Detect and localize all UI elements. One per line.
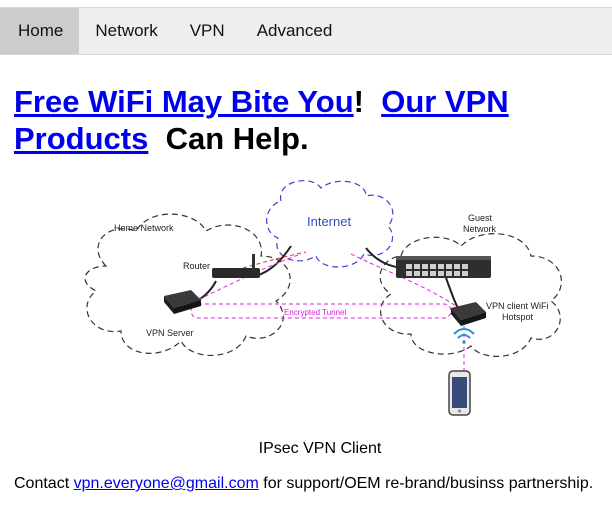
guest-network-cloud bbox=[379, 233, 562, 357]
headline-exclaim: ! bbox=[353, 84, 364, 119]
top-nav: Home Network VPN Advanced bbox=[0, 7, 612, 55]
contact-email-link[interactable]: vpn.everyone@gmail.com bbox=[74, 475, 259, 492]
hotspot-label: Hotspot bbox=[502, 312, 534, 322]
router-label: Router bbox=[183, 261, 210, 271]
smartphone-icon bbox=[448, 370, 471, 416]
guest-label: Guest bbox=[468, 213, 493, 223]
vpn-server-label: VPN Server bbox=[146, 328, 194, 338]
router-internet-cable bbox=[255, 245, 292, 277]
free-wifi-link[interactable]: Free WiFi May Bite You bbox=[14, 84, 354, 119]
network-switch-device bbox=[396, 256, 491, 278]
contact-line: Contact vpn.everyone@gmail.com for suppo… bbox=[14, 475, 593, 493]
network-label: Network bbox=[463, 224, 497, 234]
nav-home[interactable]: Home bbox=[0, 8, 80, 54]
page-headline: Free WiFi May Bite You! Our VPN Products… bbox=[14, 83, 604, 157]
diagram-caption: IPsec VPN Client bbox=[258, 440, 382, 457]
headline-tail: Can Help. bbox=[165, 121, 309, 156]
nav-advanced[interactable]: Advanced bbox=[241, 8, 349, 54]
nav-vpn[interactable]: VPN bbox=[174, 8, 241, 54]
vpn-client-label: VPN client WiFi bbox=[486, 301, 549, 311]
router-device bbox=[212, 254, 260, 278]
home-network-label: Home Network bbox=[114, 223, 174, 233]
network-diagram: Internet Home Network Router VPN Server … bbox=[84, 180, 562, 416]
encrypted-tunnel-label: Encrypted Tunnel bbox=[284, 308, 346, 317]
contact-prefix: Contact bbox=[14, 475, 74, 492]
internet-label: Internet bbox=[307, 214, 351, 229]
nav-network[interactable]: Network bbox=[79, 8, 173, 54]
contact-suffix: for support/OEM re-brand/businss partner… bbox=[258, 475, 594, 492]
vpn-server-device bbox=[164, 290, 201, 314]
